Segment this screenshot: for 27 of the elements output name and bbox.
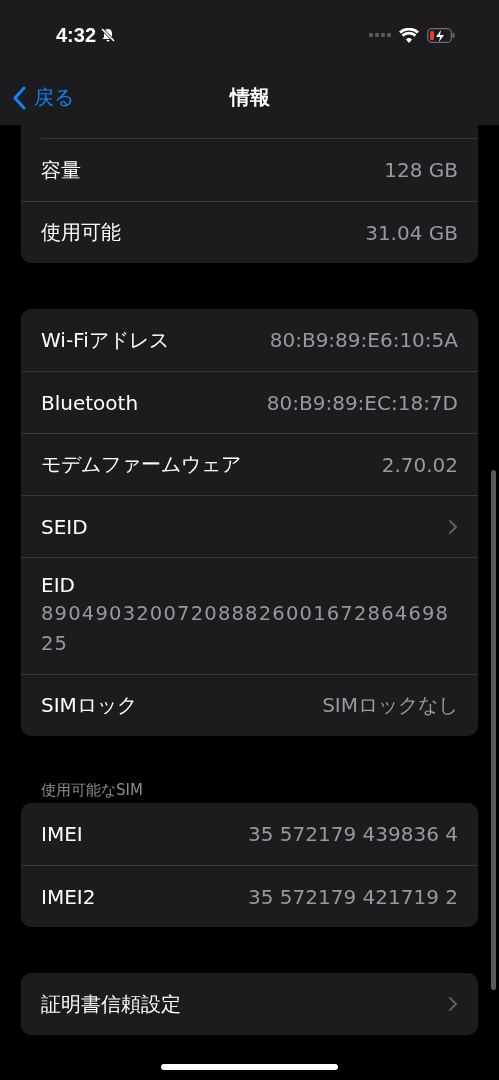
row-value: 35 572179 421719 2: [248, 884, 458, 909]
chevron-right-icon: [448, 518, 458, 535]
row-value: 89049032007208882600167286469825: [41, 601, 451, 657]
section-header: 使用可能なSIM: [40, 781, 144, 801]
wifi-icon: [399, 27, 419, 43]
row-value: SIMロックなし: [322, 692, 458, 719]
row-label: EID: [41, 573, 75, 597]
chevron-left-icon: [12, 85, 26, 110]
row-label: Wi-Fiアドレス: [41, 326, 169, 354]
row-label: 使用可能: [41, 219, 121, 246]
row-value: 80:B9:89:E6:10:5A: [269, 328, 458, 352]
row-value: 31.04 GB: [365, 220, 458, 245]
row-value: 128 GB: [384, 158, 458, 182]
row-value: 35 572179 439836 4: [248, 822, 458, 846]
status-time: 4:32: [56, 23, 97, 47]
back-button[interactable]: 戻る: [12, 70, 74, 125]
row-label: モデムファームウェア: [41, 451, 241, 478]
row-label: 容量: [41, 156, 81, 184]
row-value: 2.70.02: [381, 452, 458, 477]
signal-icon: [369, 33, 391, 37]
row-label: IMEI: [41, 822, 83, 846]
chevron-right-icon: [448, 996, 458, 1012]
row-label: IMEI2: [41, 884, 96, 909]
row-label: SIMロック: [41, 692, 137, 719]
row-value: 80:B9:89:EC:18:7D: [266, 390, 458, 415]
page-title: 情報: [229, 84, 270, 111]
row-label: Bluetooth: [41, 390, 139, 415]
